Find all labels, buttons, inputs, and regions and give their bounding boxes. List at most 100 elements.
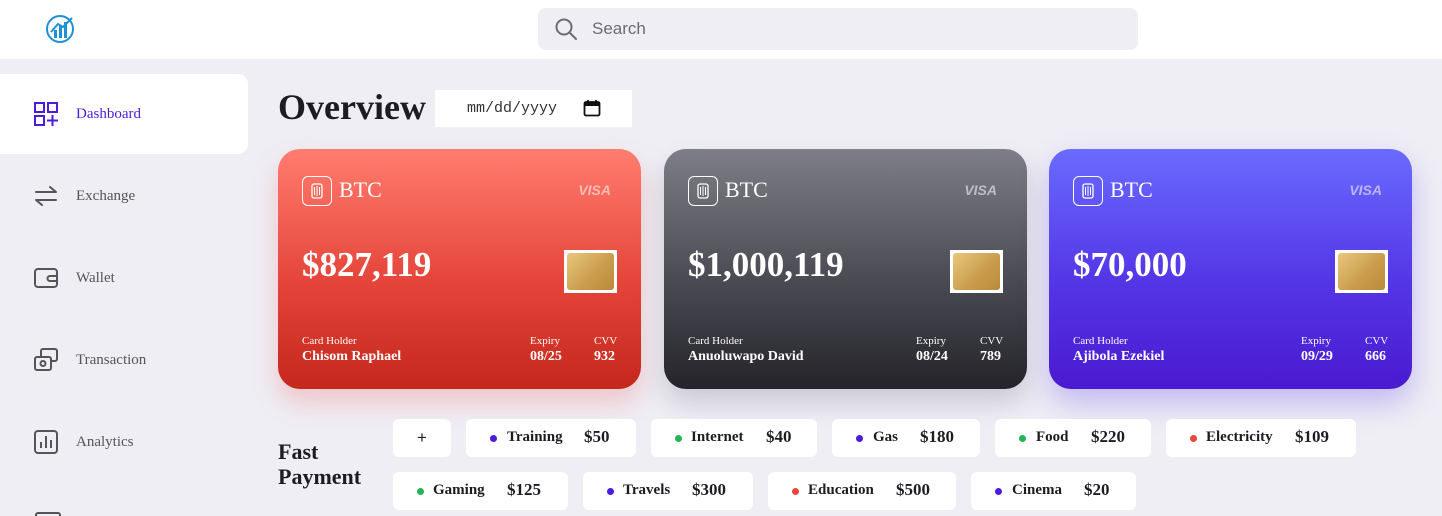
card-holder-label: Card Holder xyxy=(1073,335,1128,347)
status-dot xyxy=(675,435,682,442)
status-dot xyxy=(1019,435,1026,442)
sidebar-item-label: Wallet xyxy=(76,269,115,286)
payment-name: Internet xyxy=(691,429,744,445)
status-dot xyxy=(417,488,424,495)
chip-icon xyxy=(1335,250,1388,293)
expiry-label: Expiry xyxy=(916,335,946,347)
logo-icon[interactable] xyxy=(45,14,77,44)
btc-card[interactable]: BTC VISA $827,119 Card Holder Chisom Rap… xyxy=(278,149,641,389)
card-holder-name: Chisom Raphael xyxy=(302,349,402,364)
fast-payment-title: Fast Payment xyxy=(278,439,361,489)
date-placeholder: mm/dd/yyyy xyxy=(467,100,558,117)
payment-name: Training xyxy=(507,429,563,445)
status-dot xyxy=(1190,435,1197,442)
fast-payment-title-line1: Fast xyxy=(278,439,319,464)
payment-chip-food[interactable]: Food $220 xyxy=(995,419,1151,457)
sidebar-item-label: Dashboard xyxy=(76,105,141,122)
cvv-label: CVV xyxy=(980,335,1004,347)
payment-name: Cinema xyxy=(1012,482,1062,498)
status-dot xyxy=(490,435,497,442)
payment-amount: $180 xyxy=(920,427,954,446)
coin-label: BTC xyxy=(339,177,382,202)
wallet-icon xyxy=(34,268,58,288)
visa-logo: VISA xyxy=(578,182,611,198)
chip-icon xyxy=(564,250,617,293)
dashboard-icon xyxy=(34,102,58,126)
payment-name: Gaming xyxy=(433,482,485,498)
visa-logo: VISA xyxy=(964,182,997,198)
coin-icon xyxy=(1073,176,1103,206)
payment-amount: $40 xyxy=(766,427,792,446)
payment-name: Food xyxy=(1036,429,1069,445)
date-picker[interactable]: mm/dd/yyyy xyxy=(435,90,632,127)
expiry-value: 08/25 xyxy=(530,349,562,364)
fast-payment-title-line2: Payment xyxy=(278,464,362,489)
payment-chip-gas[interactable]: Gas $180 xyxy=(832,419,980,457)
sidebar-item-wallet[interactable]: Wallet xyxy=(0,238,248,318)
card-holder-name: Ajibola Ezekiel xyxy=(1073,349,1165,364)
payment-name: Education xyxy=(808,482,874,498)
sidebar-item-label: Analytics xyxy=(76,433,134,450)
transaction-icon xyxy=(34,348,58,371)
status-dot xyxy=(995,488,1002,495)
search-bar[interactable] xyxy=(538,8,1138,50)
exchange-icon xyxy=(35,186,57,206)
payment-amount: $125 xyxy=(507,480,541,499)
payment-amount: $109 xyxy=(1295,427,1329,446)
payment-chip-cinema[interactable]: Cinema $20 xyxy=(971,472,1136,510)
coin-icon xyxy=(302,176,332,206)
page-title: Overview xyxy=(278,87,426,127)
expiry-label: Expiry xyxy=(1301,335,1331,347)
payment-amount: $500 xyxy=(896,480,930,499)
sidebar-item-transaction[interactable]: Transaction xyxy=(0,320,248,400)
payment-chip-training[interactable]: Training $50 xyxy=(466,419,636,457)
status-dot xyxy=(856,435,863,442)
coin-label: BTC xyxy=(725,177,768,202)
payment-chip-internet[interactable]: Internet $40 xyxy=(651,419,817,457)
status-dot xyxy=(607,488,614,495)
coin-label: BTC xyxy=(1110,177,1153,202)
payment-amount: $300 xyxy=(692,480,726,499)
cvv-value: 932 xyxy=(594,349,615,364)
card-balance: $1,000,119 xyxy=(688,245,844,284)
payment-chip-gaming[interactable]: Gaming $125 xyxy=(393,472,568,510)
payment-chip-travels[interactable]: Travels $300 xyxy=(583,472,753,510)
card-balance: $70,000 xyxy=(1073,245,1187,284)
analytics-icon xyxy=(34,430,58,454)
payment-amount: $220 xyxy=(1091,427,1125,446)
chip-icon xyxy=(950,250,1003,293)
search-icon xyxy=(555,18,577,40)
card-balance: $827,119 xyxy=(302,245,432,284)
btc-card[interactable]: BTC VISA $70,000 Card Holder Ajibola Eze… xyxy=(1049,149,1412,389)
cvv-label: CVV xyxy=(594,335,618,347)
payment-name: Gas xyxy=(873,429,899,445)
payment-amount: $20 xyxy=(1084,480,1110,499)
add-payment-button[interactable]: + xyxy=(393,419,451,457)
cvv-label: CVV xyxy=(1365,335,1389,347)
sidebar-item-label: Transaction xyxy=(76,351,147,368)
payment-name: Electricity xyxy=(1206,429,1273,445)
visa-logo: VISA xyxy=(1349,182,1382,198)
payment-name: Travels xyxy=(623,482,671,498)
cvv-value: 789 xyxy=(980,349,1001,364)
payment-chip-electricity[interactable]: Electricity $109 xyxy=(1166,419,1356,457)
btc-card[interactable]: BTC VISA $1,000,119 Card Holder Anuoluwa… xyxy=(664,149,1027,389)
sidebar: Dashboard Exchange Wallet Transaction An… xyxy=(0,74,248,516)
cvv-value: 666 xyxy=(1365,349,1386,364)
sidebar-item-dashboard[interactable]: Dashboard xyxy=(0,74,248,154)
sidebar-item-label: Exchange xyxy=(76,187,136,204)
expiry-value: 08/24 xyxy=(916,349,948,364)
payment-chip-education[interactable]: Education $500 xyxy=(768,472,956,510)
payment-amount: $50 xyxy=(584,427,610,446)
coin-icon xyxy=(688,176,718,206)
calendar-icon[interactable] xyxy=(583,99,601,117)
search-input[interactable] xyxy=(592,8,1122,50)
card-holder-name: Anuoluwapo David xyxy=(688,349,804,364)
sidebar-item-analytics[interactable]: Analytics xyxy=(0,402,248,482)
more-sidebar-icon xyxy=(35,512,61,516)
top-bar xyxy=(0,0,1442,59)
card-holder-label: Card Holder xyxy=(302,335,357,347)
sidebar-item-exchange[interactable]: Exchange xyxy=(0,156,248,236)
expiry-label: Expiry xyxy=(530,335,560,347)
card-holder-label: Card Holder xyxy=(688,335,743,347)
